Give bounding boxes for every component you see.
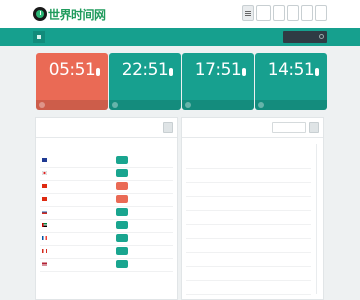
toolbar-button-3[interactable] (273, 5, 285, 21)
status-badge (116, 260, 128, 268)
table-row[interactable] (182, 252, 323, 265)
table-row[interactable] (36, 193, 177, 206)
table-row[interactable] (182, 154, 323, 167)
scrollbar[interactable] (316, 144, 317, 294)
globe-icon (185, 102, 191, 108)
status-badge (116, 182, 128, 190)
table-row[interactable] (182, 210, 323, 223)
status-badge (116, 208, 128, 216)
panel-action-button[interactable] (163, 122, 173, 133)
card-badge (169, 68, 173, 76)
panel-header (36, 118, 177, 138)
flag-icon (42, 249, 47, 253)
card-badge (96, 68, 100, 76)
home-icon (37, 35, 41, 39)
header-toolbar (242, 5, 327, 21)
clock-card-4[interactable]: 14:51 (255, 53, 327, 110)
card-badge (315, 68, 319, 76)
table-row[interactable] (182, 238, 323, 251)
flag-icon (42, 236, 47, 240)
table-row[interactable] (182, 196, 323, 209)
card-badge (242, 68, 246, 76)
clock-card-1[interactable]: 05:51 (36, 53, 108, 110)
globe-icon (39, 102, 45, 108)
card-footer (255, 100, 327, 110)
flag-icon (42, 223, 47, 227)
table-row[interactable] (36, 167, 177, 180)
table-row[interactable] (182, 266, 323, 279)
toolbar-button-5[interactable] (301, 5, 313, 21)
toolbar-button-4[interactable] (287, 5, 299, 21)
card-footer (109, 100, 181, 110)
table-row[interactable] (182, 280, 323, 293)
status-badge (116, 156, 128, 164)
clock-card-2[interactable]: 22:51 (109, 53, 181, 110)
menu-icon (245, 10, 251, 16)
globe-icon (112, 102, 118, 108)
nav-search-input[interactable] (283, 31, 327, 43)
table-row[interactable] (36, 206, 177, 219)
search-button[interactable] (309, 122, 319, 133)
top-header: 世界时间网 (0, 0, 360, 28)
flag-icon (42, 210, 47, 214)
nav-items (50, 28, 86, 46)
table-row[interactable] (36, 180, 177, 193)
table-row[interactable] (182, 168, 323, 181)
site-logo[interactable]: 世界时间网 (33, 6, 106, 22)
city-search-input[interactable] (272, 122, 306, 133)
table-row[interactable] (182, 224, 323, 237)
flag-icon (42, 158, 47, 162)
table-row[interactable] (36, 232, 177, 245)
main-nav (0, 28, 360, 46)
clock-card-3[interactable]: 17:51 (182, 53, 254, 110)
status-badge (116, 247, 128, 255)
search-icon (319, 34, 324, 39)
status-badge (116, 169, 128, 177)
status-badge (116, 195, 128, 203)
row-divider (40, 271, 173, 272)
table-row[interactable] (36, 245, 177, 258)
flag-icon (42, 171, 47, 175)
menu-button[interactable] (242, 5, 254, 21)
logo-text: 世界时间网 (48, 7, 106, 22)
table-row[interactable] (182, 182, 323, 195)
row-divider (186, 294, 311, 295)
flag-icon (42, 184, 47, 188)
flag-icon (42, 197, 47, 201)
status-badge (116, 234, 128, 242)
table-row[interactable] (36, 154, 177, 167)
flag-icon (42, 262, 47, 266)
card-footer (36, 100, 108, 110)
nav-home-button[interactable] (33, 31, 45, 43)
table-row[interactable] (36, 258, 177, 271)
toolbar-button-6[interactable] (315, 5, 327, 21)
toolbar-dropdown-button[interactable] (256, 5, 271, 21)
table-row[interactable] (36, 219, 177, 232)
country-time-panel (35, 117, 178, 300)
status-badge (116, 221, 128, 229)
globe-icon (258, 102, 264, 108)
clock-logo-icon (33, 7, 47, 21)
panel-header (182, 118, 323, 138)
card-footer (182, 100, 254, 110)
city-offset-panel (181, 117, 324, 300)
